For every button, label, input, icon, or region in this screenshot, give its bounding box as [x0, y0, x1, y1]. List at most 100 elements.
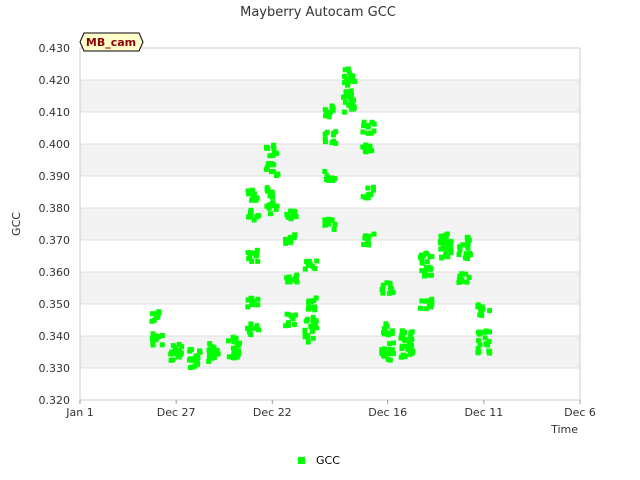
data-point [302, 327, 308, 333]
data-point [360, 129, 366, 135]
data-point [271, 143, 276, 149]
station-badge: MB_cam [79, 32, 144, 52]
data-point [360, 194, 366, 200]
data-point [349, 92, 354, 98]
data-point [346, 102, 352, 108]
data-point [255, 258, 261, 264]
data-point [248, 326, 254, 332]
data-point [314, 258, 320, 264]
data-point [456, 252, 462, 257]
data-point [170, 349, 176, 355]
data-point [245, 250, 251, 255]
data-point [271, 162, 277, 168]
x-tick-label: Dec 6 [564, 406, 596, 419]
data-point [417, 305, 423, 311]
data-point [477, 330, 483, 336]
data-point [331, 130, 337, 136]
data-point [390, 290, 396, 295]
data-point [176, 341, 182, 347]
data-point [245, 188, 251, 194]
x-tick-label: Dec 22 [253, 406, 292, 419]
y-tick-label: 0.340 [39, 330, 71, 343]
data-point [269, 189, 275, 195]
data-point [331, 226, 337, 232]
data-point [418, 252, 424, 258]
data-point [255, 296, 261, 302]
y-tick-label: 0.430 [39, 42, 71, 55]
data-point [422, 273, 427, 279]
data-point [438, 240, 444, 246]
data-point [439, 255, 445, 261]
y-axis-label: GCC [10, 212, 23, 236]
x-tick-label: Dec 11 [464, 406, 503, 419]
data-point [212, 351, 218, 357]
data-point [206, 359, 212, 364]
data-point [322, 169, 328, 174]
data-point [284, 311, 290, 317]
data-point [248, 209, 254, 215]
data-point [429, 254, 435, 260]
data-point [305, 316, 310, 322]
data-point [402, 354, 408, 360]
data-point [230, 345, 236, 351]
data-point [400, 344, 406, 350]
y-tick-label: 0.380 [39, 202, 71, 215]
data-point [478, 309, 484, 315]
data-point [236, 348, 241, 354]
data-point [265, 145, 271, 151]
data-point [313, 325, 319, 331]
data-point [366, 233, 372, 239]
data-point [305, 263, 311, 268]
data-point [309, 328, 315, 334]
data-point [463, 271, 469, 277]
data-point [464, 234, 470, 240]
legend-marker-gcc [298, 457, 305, 464]
data-point [248, 321, 254, 327]
data-point [292, 214, 298, 220]
y-tick-label: 0.370 [39, 234, 71, 247]
data-point [487, 308, 493, 314]
data-point [285, 214, 291, 220]
plot-band [80, 144, 580, 176]
data-point [419, 298, 425, 304]
data-point [368, 192, 374, 198]
data-point [365, 239, 371, 245]
data-point [460, 242, 466, 248]
data-point [197, 348, 202, 354]
data-point [445, 254, 451, 260]
data-point [293, 312, 299, 318]
data-point [150, 340, 156, 345]
data-point [401, 337, 407, 343]
data-point [292, 321, 297, 327]
data-point [419, 257, 425, 262]
data-point [272, 150, 277, 156]
data-point [170, 357, 176, 363]
chart-canvas: 0.320 0.330 0.340 0.350 0.360 0.370 0.380 0.390… [0, 0, 640, 480]
data-point [390, 351, 396, 357]
data-point [226, 338, 231, 344]
data-point [155, 314, 161, 320]
data-point [402, 330, 407, 335]
data-point [176, 348, 182, 353]
data-point [448, 238, 454, 244]
data-point [331, 138, 337, 144]
data-point [330, 107, 336, 113]
data-point [248, 332, 254, 337]
data-point [192, 363, 198, 369]
data-point [322, 139, 328, 145]
data-point [467, 250, 473, 256]
data-point [332, 221, 338, 227]
data-point [249, 258, 255, 264]
data-point [428, 266, 434, 272]
data-point [250, 197, 255, 203]
data-point [388, 285, 393, 291]
data-point [309, 324, 315, 329]
data-point [457, 247, 463, 253]
data-point [387, 341, 393, 347]
y-tick-label: 0.330 [39, 362, 71, 375]
data-point [326, 114, 332, 120]
x-tick-label: Dec 27 [157, 406, 196, 419]
data-point [265, 188, 270, 194]
data-point [459, 276, 465, 282]
data-point [254, 323, 260, 329]
